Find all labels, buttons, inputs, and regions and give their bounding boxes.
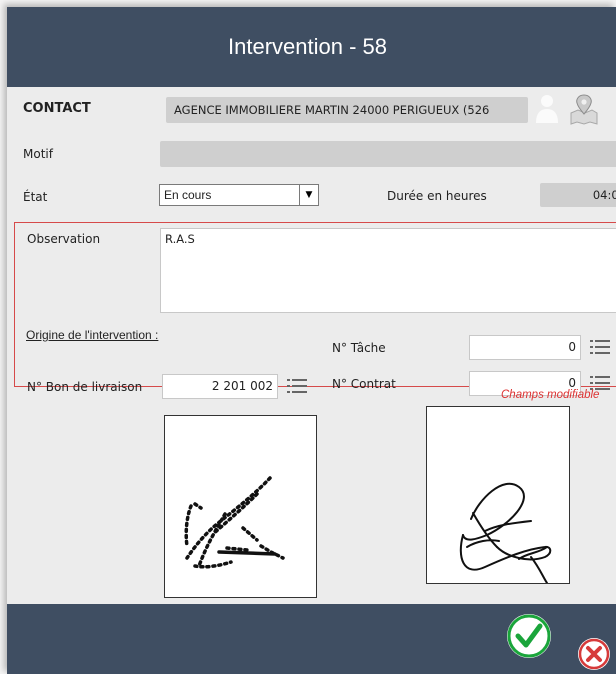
- duree-field[interactable]: 04:00: [540, 183, 616, 207]
- signature-pad-2[interactable]: [426, 406, 570, 584]
- origine-heading: Origine de l'intervention :: [26, 328, 159, 342]
- contrat-label: N° Contrat: [332, 377, 396, 391]
- validate-button[interactable]: [507, 614, 551, 658]
- check-circle-icon: [507, 614, 551, 658]
- contact-field[interactable]: AGENCE IMMOBILIERE MARTIN 24000 PERIGUEU…: [166, 97, 528, 123]
- etat-value: En cours: [164, 188, 212, 202]
- champs-modifiable-note: Champs modifiable: [501, 389, 600, 401]
- close-circle-icon: [578, 638, 610, 670]
- signature-drawing-1: [184, 476, 285, 569]
- signature-pad-1[interactable]: [164, 415, 317, 598]
- chevron-down-icon[interactable]: ▼: [299, 185, 318, 205]
- title-bar: Intervention - 58: [7, 7, 616, 87]
- observation-label: Observation: [27, 232, 101, 246]
- cancel-button[interactable]: [578, 638, 610, 670]
- motif-field[interactable]: [160, 141, 616, 167]
- person-silhouette-icon[interactable]: [535, 92, 559, 124]
- signature-drawing-2: [459, 482, 552, 584]
- motif-label: Motif: [23, 147, 53, 161]
- dialog-title: Intervention - 58: [228, 34, 387, 59]
- observation-textarea[interactable]: R.A.S: [160, 228, 616, 313]
- bon-livraison-label: N° Bon de livraison: [27, 380, 143, 394]
- etat-select[interactable]: En cours ▼: [159, 184, 319, 206]
- map-pin-icon[interactable]: [569, 93, 599, 125]
- bon-livraison-field[interactable]: 2 201 002: [162, 374, 278, 399]
- etat-label: État: [23, 190, 48, 204]
- tache-label: N° Tâche: [332, 341, 386, 355]
- list-icon[interactable]: [287, 378, 307, 394]
- duree-label: Durée en heures: [387, 189, 487, 203]
- tache-field[interactable]: 0: [469, 335, 581, 360]
- list-icon[interactable]: [590, 339, 610, 355]
- contact-label: CONTACT: [23, 101, 91, 116]
- intervention-dialog: Intervention - 58 CONTACT AGENCE IMMOBIL…: [7, 7, 616, 674]
